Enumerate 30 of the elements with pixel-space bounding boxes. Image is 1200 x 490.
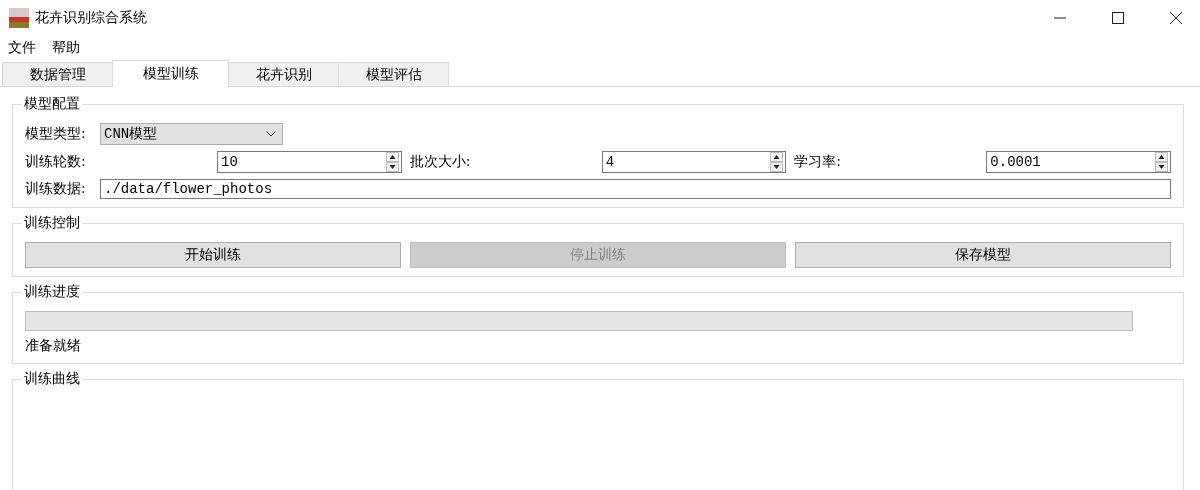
field-label: 训练数据: bbox=[25, 180, 87, 198]
field-label: 模型类型: bbox=[25, 125, 87, 143]
spin-box[interactable]: 4 bbox=[601, 151, 787, 173]
tab[interactable]: 模型训练 bbox=[112, 60, 229, 87]
tab[interactable]: 模型评估 bbox=[338, 62, 449, 86]
group-title: 训练控制 bbox=[23, 214, 81, 232]
group-title: 训练曲线 bbox=[23, 370, 81, 388]
close-icon[interactable] bbox=[1170, 11, 1182, 24]
app-icon bbox=[9, 7, 29, 28]
field-label: 批次大小: bbox=[409, 153, 472, 171]
field-label: 训练轮数: bbox=[25, 153, 87, 171]
model-type-dropdown[interactable]: CNN模型 bbox=[100, 123, 283, 145]
group-title: 模型配置 bbox=[23, 95, 81, 113]
menu-item[interactable]: 文件 bbox=[8, 39, 36, 57]
action-button[interactable]: 保存模型 bbox=[795, 242, 1171, 268]
tab[interactable]: 花卉识别 bbox=[228, 62, 339, 86]
status-text: 准备就绪 bbox=[25, 337, 82, 355]
window-title: 花卉识别综合系统 bbox=[35, 8, 147, 27]
maximize-icon[interactable] bbox=[1112, 11, 1124, 24]
menu-item[interactable]: 帮助 bbox=[52, 39, 80, 57]
spin-box[interactable]: 0.0001 bbox=[986, 151, 1171, 173]
spin-box[interactable]: 10 bbox=[217, 151, 402, 173]
chevron-down-icon bbox=[266, 131, 276, 137]
field-label: 学习率: bbox=[794, 153, 843, 171]
group-title: 训练进度 bbox=[23, 283, 81, 301]
up-arrow-icon[interactable] bbox=[1155, 152, 1168, 162]
down-arrow-icon[interactable] bbox=[1155, 162, 1168, 172]
tab[interactable]: 数据管理 bbox=[2, 62, 113, 86]
action-button[interactable]: 开始训练 bbox=[25, 242, 401, 268]
input-field[interactable]: ./data/flower_photos bbox=[100, 179, 1171, 199]
